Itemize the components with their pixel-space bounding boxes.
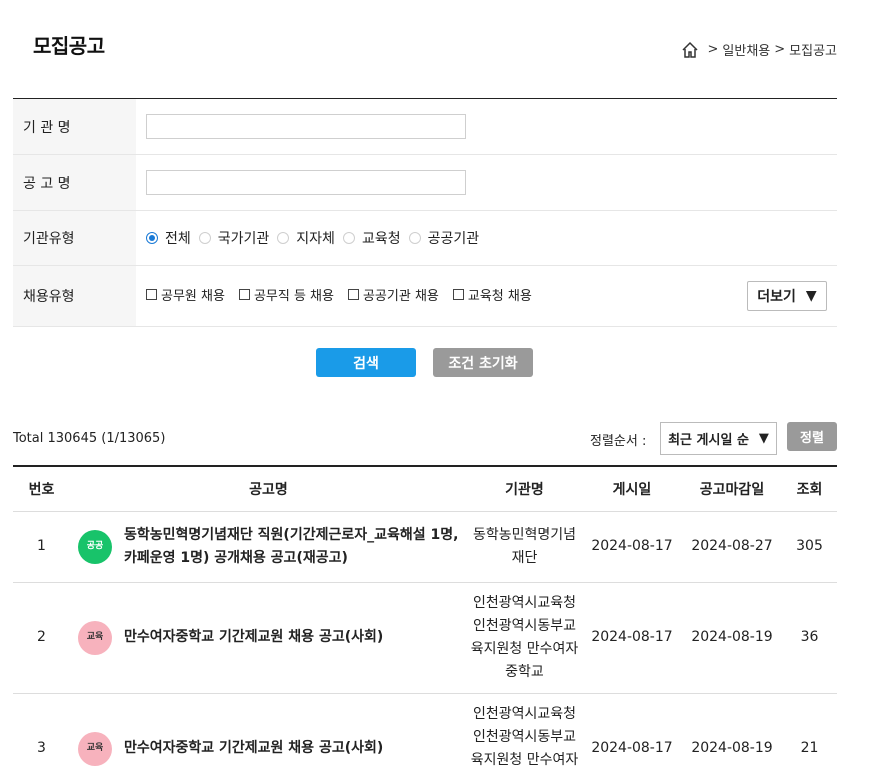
sort-button[interactable]: 정렬 (787, 422, 837, 451)
checkbox-label: 공무직 등 채용 (253, 288, 334, 304)
org-name-label: 기 관 명 (13, 99, 136, 154)
row-title-cell: 교육 만수여자중학교 기간제교원 채용 공고(사회) (70, 693, 467, 774)
breadcrumb-item-recruitment[interactable]: 모집공고 (789, 40, 837, 59)
org-type-radio-all[interactable]: 전체 (146, 228, 191, 248)
checkbox[interactable] (146, 288, 157, 300)
radio-dot[interactable] (342, 232, 355, 244)
search-button[interactable]: 검색 (316, 348, 416, 377)
hire-type-row: 채용유형 공무원 채용 공무직 등 채용 공공기관 채용 교육청 채용 더보기 … (13, 266, 837, 327)
more-button-label: 더보기 (757, 289, 796, 305)
column-header-title: 공고명 (70, 466, 467, 512)
row-deadline: 2024-08-19 (682, 693, 782, 774)
row-org: 인천광역시교육청 인천광역시동부교육지원청 만수여자중학교 (467, 582, 582, 694)
hire-type-checkbox-public-institution[interactable]: 공공기관 채용 (347, 285, 439, 304)
radio-dot[interactable] (408, 232, 421, 244)
row-title-cell: 교육 만수여자중학교 기간제교원 채용 공고(사회) (70, 582, 467, 694)
radio-label: 국가기관 (217, 231, 270, 247)
hire-type-label: 채용유형 (13, 266, 136, 326)
radio-label: 공공기관 (427, 231, 480, 247)
results-table: 번호 공고명 기관명 게시일 공고마감일 조회 1 공공 동학농민혁명기념재단 … (13, 465, 837, 774)
notice-title-link[interactable]: 동학농민혁명기념재단 직원(기간제근로자_교육해설 1명, 카페운영 1명) 공… (124, 524, 467, 570)
org-type-radio-local-gov[interactable]: 지자체 (277, 228, 335, 248)
org-type-label: 기관유형 (13, 211, 136, 265)
breadcrumb-separator: > (774, 42, 786, 57)
org-type-radio-national[interactable]: 국가기관 (198, 228, 270, 248)
checkbox[interactable] (452, 288, 464, 300)
checkbox-label: 공공기관 채용 (362, 288, 439, 304)
row-views: 21 (782, 693, 837, 774)
org-name-input[interactable] (146, 114, 466, 139)
column-header-posted: 게시일 (582, 466, 682, 512)
row-org: 동학농민혁명기념재단 (467, 511, 582, 583)
breadcrumb-item-general-hiring[interactable]: 일반채용 (722, 40, 770, 59)
notice-title-input[interactable] (146, 170, 466, 195)
chevron-down-icon: ▼ (758, 431, 769, 446)
org-type-radio-education-office[interactable]: 교육청 (342, 228, 401, 248)
org-name-row: 기 관 명 (13, 99, 837, 155)
notice-title-row: 공 고 명 (13, 155, 837, 211)
sort-label: 정렬순서 : (590, 434, 647, 449)
row-views: 36 (782, 582, 837, 694)
notice-title-link[interactable]: 만수여자중학교 기간제교원 채용 공고(사회) (124, 737, 383, 760)
hire-type-checkbox-civil-servant[interactable]: 공무원 채용 (146, 285, 225, 304)
radio-label: 교육청 (361, 231, 401, 247)
row-org: 인천광역시교육청 인천광역시동부교육지원청 만수여자중학교 (467, 693, 582, 774)
table-row[interactable]: 2 교육 만수여자중학교 기간제교원 채용 공고(사회) 인천광역시교육청 인천… (13, 582, 837, 694)
category-badge: 공공 (78, 529, 112, 564)
column-header-org: 기관명 (467, 466, 582, 512)
hire-type-checkbox-education-office[interactable]: 교육청 채용 (452, 285, 532, 304)
org-type-radio-public-institution[interactable]: 공공기관 (408, 228, 480, 248)
column-header-deadline: 공고마감일 (682, 466, 782, 512)
row-number: 2 (13, 582, 70, 694)
radio-label: 전체 (165, 231, 191, 247)
page-title: 모집공고 (33, 34, 105, 58)
row-title-cell: 공공 동학농민혁명기념재단 직원(기간제근로자_교육해설 1명, 카페운영 1명… (70, 511, 467, 583)
category-badge: 교육 (78, 731, 112, 766)
home-icon[interactable] (681, 41, 699, 59)
row-deadline: 2024-08-19 (682, 582, 782, 694)
row-posted-date: 2024-08-17 (582, 511, 682, 583)
radio-dot[interactable] (277, 232, 290, 244)
checkbox[interactable] (347, 288, 359, 300)
row-number: 1 (13, 511, 70, 583)
checkbox-label: 교육청 채용 (467, 288, 532, 304)
table-row[interactable]: 3 교육 만수여자중학교 기간제교원 채용 공고(사회) 인천광역시교육청 인천… (13, 693, 837, 774)
column-header-number: 번호 (13, 466, 70, 512)
notice-title-label: 공 고 명 (13, 155, 136, 210)
row-posted-date: 2024-08-17 (582, 693, 682, 774)
table-row[interactable]: 1 공공 동학농민혁명기념재단 직원(기간제근로자_교육해설 1명, 카페운영 … (13, 511, 837, 583)
notice-title-link[interactable]: 만수여자중학교 기간제교원 채용 공고(사회) (124, 626, 383, 649)
checkbox-label: 공무원 채용 (161, 288, 225, 304)
checkbox[interactable] (238, 288, 250, 300)
more-button[interactable]: 더보기 ▼ (747, 281, 827, 311)
radio-label: 지자체 (296, 231, 335, 247)
row-posted-date: 2024-08-17 (582, 582, 682, 694)
reset-button[interactable]: 조건 초기화 (433, 348, 533, 377)
breadcrumb: > 일반채용 > 모집공고 (681, 40, 837, 59)
row-number: 3 (13, 693, 70, 774)
category-badge: 교육 (78, 620, 112, 655)
table-header-row: 번호 공고명 기관명 게시일 공고마감일 조회 (13, 466, 837, 512)
org-type-row: 기관유형 전체 국가기관 지자체 교육청 공공기관 (13, 211, 837, 266)
radio-dot[interactable] (146, 232, 158, 244)
total-count: Total 130645 (1/13065) (13, 431, 166, 446)
radio-dot[interactable] (198, 232, 211, 244)
sort-select[interactable]: 최근 게시일 순 ▼ (660, 422, 777, 455)
chevron-down-icon: ▼ (805, 288, 817, 304)
hire-type-checkbox-group: 공무원 채용 공무직 등 채용 공공기관 채용 교육청 채용 (146, 285, 546, 304)
search-form: 기 관 명 공 고 명 기관유형 전체 국가기관 지자체 교육청 공공기관 채용… (13, 98, 837, 327)
column-header-views: 조회 (782, 466, 837, 512)
sort-select-value: 최근 게시일 순 (668, 433, 749, 448)
row-views: 305 (782, 511, 837, 583)
breadcrumb-separator: > (707, 42, 719, 57)
hire-type-checkbox-public-worker[interactable]: 공무직 등 채용 (238, 285, 334, 304)
org-type-radio-group: 전체 국가기관 지자체 교육청 공공기관 (146, 228, 487, 248)
row-deadline: 2024-08-27 (682, 511, 782, 583)
